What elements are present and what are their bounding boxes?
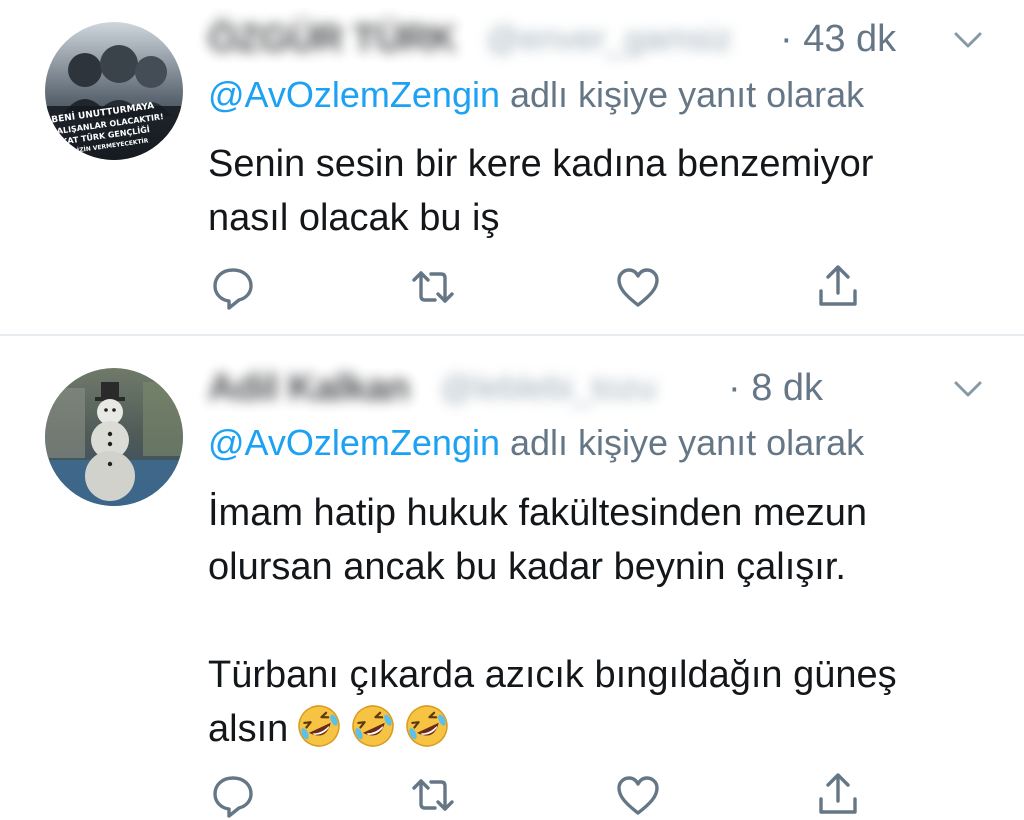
reply-icon[interactable] (208, 262, 258, 312)
tweet-actions (208, 262, 868, 312)
tweet-text-line: nasıl olacak bu iş (208, 197, 500, 239)
rofl-emoji (350, 703, 396, 749)
rofl-emoji (296, 703, 342, 749)
mention-link[interactable]: @AvOzlemZengin (208, 74, 500, 115)
user-handle[interactable]: @leblebi_tozu (440, 369, 656, 408)
tweet-text: İmam hatip hukuk fakültesinden mezun olu… (208, 486, 988, 756)
tweet-header: ÖZGÜR TÜRK @enver_gamsiz · 43 dk (208, 16, 1024, 62)
avatar[interactable] (45, 368, 183, 506)
avatar[interactable]: BENİ UNUTTURMAYA ÇALIŞANLAR OLACAKTIR! F… (45, 22, 183, 160)
timestamp[interactable]: · 43 dk (780, 18, 896, 61)
tweet-text-line: İmam hatip hukuk fakültesinden mezun (208, 492, 868, 534)
display-name[interactable]: ÖZGÜR TÜRK (208, 18, 457, 61)
like-icon[interactable] (613, 262, 663, 312)
reply-context: @AvOzlemZengin adlı kişiye yanıt olarak (208, 74, 864, 116)
rofl-emoji (404, 703, 450, 749)
reply-context: @AvOzlemZengin adlı kişiye yanıt olarak (208, 422, 864, 464)
display-name[interactable]: Adil Kalkan (208, 367, 410, 410)
tweet[interactable]: Adil Kalkan @leblebi_tozu · 8 dk @AvOzle… (0, 338, 1024, 818)
tweet-text-line: alsın (208, 702, 988, 756)
chevron-down-icon[interactable] (948, 377, 988, 401)
tweet-text-line: olursan ancak bu kadar beynin çalışır. (208, 546, 846, 588)
tweet[interactable]: BENİ UNUTTURMAYA ÇALIŞANLAR OLACAKTIR! F… (0, 0, 1024, 336)
tweet-text-line: Türbanı çıkarda azıcık bıngıldağın güneş (208, 654, 897, 696)
user-handle[interactable]: @enver_gamsiz (486, 20, 732, 59)
reply-context-label: adlı kişiye yanıt olarak (500, 422, 865, 463)
tweet-text: Senin sesin bir kere kadına benzemiyor n… (208, 137, 988, 245)
retweet-icon[interactable] (408, 262, 458, 312)
tweet-header: Adil Kalkan @leblebi_tozu · 8 dk (208, 365, 1024, 411)
tweet-text-line: Senin sesin bir kere kadına benzemiyor (208, 143, 874, 185)
chevron-down-icon[interactable] (948, 28, 988, 52)
timestamp[interactable]: · 8 dk (728, 367, 823, 410)
tweet-text-fragment: alsın (208, 708, 289, 750)
reply-context-label: adlı kişiye yanıt olarak (500, 74, 865, 115)
share-icon[interactable] (813, 262, 863, 312)
mention-link[interactable]: @AvOzlemZengin (208, 422, 500, 463)
